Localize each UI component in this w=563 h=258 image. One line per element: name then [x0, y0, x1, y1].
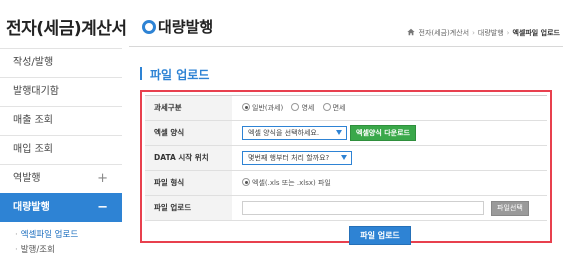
- excel-format-select[interactable]: 엑셀 양식을 선택하세요.: [242, 126, 347, 140]
- file-path-input[interactable]: [242, 201, 484, 215]
- section-title: 파일 업로드: [150, 68, 210, 82]
- tax-type-radio-group: 일반(과세) 영세 면세: [242, 103, 351, 113]
- upload-submit-button[interactable]: 파일 업로드: [349, 226, 411, 245]
- radio-label: 영세: [301, 104, 315, 112]
- form-row-file-format: 파일 형식 엑셀(.xls 또는 .xlsx) 파일: [145, 171, 547, 196]
- tax-type-label: 과세구분: [145, 96, 232, 120]
- sidebar-item-sales[interactable]: 매출 조회: [0, 106, 122, 135]
- sidebar-item-pending[interactable]: 발행대기함: [0, 77, 122, 106]
- upload-form: 과세구분 일반(과세) 영세 면세 엑셀 양식 엑셀 양식을 선택하세요. 엑셀…: [145, 95, 547, 221]
- radio-tax-exempt[interactable]: 면세: [322, 103, 346, 113]
- collapse-icon[interactable]: −: [97, 194, 108, 222]
- data-start-label: DATA 시작 위치: [145, 146, 232, 170]
- select-text: 엑셀 양식을 선택하세요.: [248, 129, 320, 137]
- sidebar-item-label: 매출 조회: [13, 115, 53, 126]
- form-row-file-upload: 파일 업로드 파일선택: [145, 196, 547, 221]
- dropdown-arrow-icon: [341, 155, 347, 160]
- home-icon[interactable]: [406, 28, 415, 36]
- sidebar-item-reverse-issue[interactable]: 역발행 +: [0, 164, 122, 193]
- sidebar-item-bulk-issue[interactable]: 대량발행 −: [0, 193, 122, 222]
- sidebar-menu: 작성/발행 발행대기함 매출 조회 매입 조회 역발행 + 대량발행 − · 엑셀…: [0, 48, 122, 258]
- radio-label: 엑셀(.xls 또는 .xlsx) 파일: [252, 179, 331, 187]
- sidebar-item-label: 매입 조회: [13, 144, 53, 155]
- radio-excel-file[interactable]: 엑셀(.xls 또는 .xlsx) 파일: [242, 178, 331, 188]
- chevron-right-icon: ›: [506, 29, 510, 37]
- app-title: 전자(세금)계산서: [6, 19, 127, 39]
- radio-icon: [322, 103, 331, 111]
- select-text: 몇번째 행부터 처리 할까요?: [248, 154, 330, 162]
- header-divider: [129, 46, 563, 47]
- bullet-icon: ·: [15, 230, 18, 240]
- expand-icon[interactable]: +: [97, 165, 108, 193]
- sidebar-subitem-label: 엑셀파일 업로드: [20, 230, 79, 240]
- upload-form-highlight: 과세구분 일반(과세) 영세 면세 엑셀 양식 엑셀 양식을 선택하세요. 엑셀…: [140, 90, 552, 245]
- data-start-select[interactable]: 몇번째 행부터 처리 할까요?: [242, 151, 352, 165]
- form-row-tax-type: 과세구분 일반(과세) 영세 면세: [145, 95, 547, 121]
- breadcrumb-item[interactable]: 대량발행: [478, 29, 504, 37]
- form-row-data-start: DATA 시작 위치 몇번째 행부터 처리 할까요?: [145, 146, 547, 171]
- sidebar-item-purchase[interactable]: 매입 조회: [0, 135, 122, 164]
- dropdown-arrow-icon: [336, 130, 342, 135]
- radio-label: 일반(과세): [252, 104, 284, 112]
- sidebar-item-label: 작성/발행: [13, 57, 54, 68]
- radio-label: 면세: [332, 104, 346, 112]
- file-upload-label: 파일 업로드: [145, 196, 232, 220]
- sidebar-item-label: 발행대기함: [13, 86, 59, 97]
- sidebar-subitem-label: 발행/조회: [20, 245, 55, 255]
- sidebar-subitem-excel-upload[interactable]: · 엑셀파일 업로드: [0, 228, 122, 243]
- excel-format-label: 엑셀 양식: [145, 121, 232, 145]
- chevron-right-icon: ›: [472, 29, 475, 37]
- sidebar-subitem-issue-list[interactable]: · 발행/조회: [0, 243, 122, 258]
- breadcrumb-current: 엑셀파일 업로드: [512, 29, 560, 37]
- sidebar: 전자(세금)계산서 작성/발행 발행대기함 매출 조회 매입 조회 역발행 + …: [0, 0, 127, 258]
- sidebar-item-label: 역발행: [13, 173, 41, 184]
- radio-icon: [291, 103, 300, 111]
- file-format-label: 파일 형식: [145, 171, 232, 195]
- radio-general-tax[interactable]: 일반(과세): [242, 103, 283, 113]
- radio-icon: [242, 178, 250, 186]
- title-circle-icon: [142, 20, 156, 34]
- radio-zero-rated[interactable]: 영세: [291, 103, 314, 113]
- page-title: 대량발행: [158, 18, 214, 36]
- download-template-button[interactable]: 엑셀양식 다운로드: [350, 125, 416, 141]
- breadcrumb-item[interactable]: 전자(세금)계산서: [419, 29, 470, 37]
- section-bar-icon: [140, 67, 142, 80]
- bullet-icon: ·: [15, 245, 18, 255]
- file-format-radio-group: 엑셀(.xls 또는 .xlsx) 파일: [242, 178, 337, 188]
- breadcrumb: 전자(세금)계산서 › 대량발행 › 엑셀파일 업로드: [406, 28, 560, 38]
- form-row-excel-format: 엑셀 양식 엑셀 양식을 선택하세요. 엑셀양식 다운로드: [145, 121, 547, 146]
- choose-file-button[interactable]: 파일선택: [491, 201, 529, 216]
- radio-icon: [242, 103, 250, 111]
- sidebar-item-label: 대량발행: [13, 202, 50, 213]
- sidebar-item-issue[interactable]: 작성/발행: [0, 48, 122, 77]
